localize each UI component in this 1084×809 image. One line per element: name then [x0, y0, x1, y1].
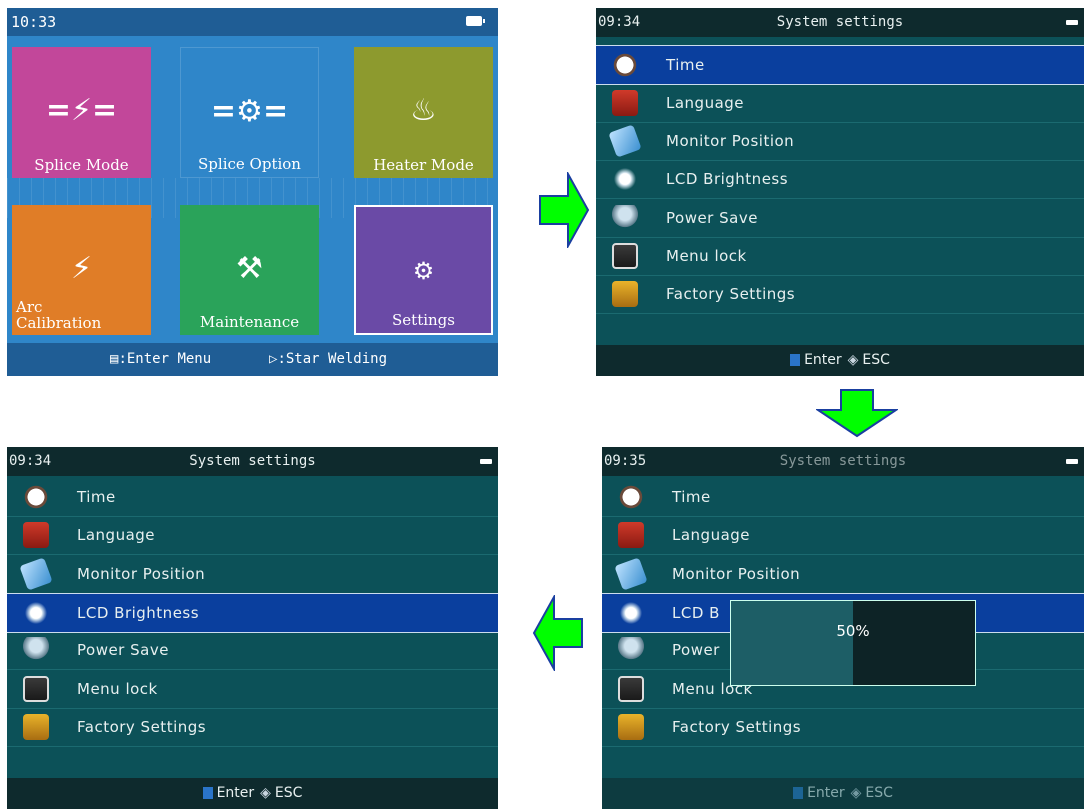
- screen-title: System settings: [779, 453, 907, 469]
- menu-item-menu-lock[interactable]: Menu lock: [7, 670, 498, 709]
- tile-label: Splice Mode: [34, 156, 129, 174]
- tile-label: Heater Mode: [373, 156, 474, 174]
- arrow-left-icon: [532, 595, 583, 671]
- menu-item-factory-settings[interactable]: Factory Settings: [7, 708, 498, 747]
- menu-item-monitor-position[interactable]: Monitor Position: [7, 555, 498, 594]
- enter-key-icon: [793, 787, 804, 799]
- footer-hints: Enter ◈ ESC: [7, 778, 498, 809]
- brightness-icon: [618, 600, 644, 626]
- toolbox-icon: [612, 281, 638, 307]
- tile-label: Maintenance: [199, 313, 300, 331]
- brightness-icon: [612, 166, 638, 192]
- menu-item-monitor-position[interactable]: Monitor Position: [596, 122, 1084, 161]
- menu-item-time[interactable]: Time: [602, 478, 1084, 517]
- enter-key-icon: [202, 787, 213, 799]
- monitor-icon: [19, 557, 53, 591]
- monitor-icon: [608, 124, 642, 158]
- screen-title: System settings: [189, 453, 316, 469]
- bulb-icon: [618, 637, 644, 663]
- splice-option-icon: =⚙=: [210, 94, 289, 129]
- tile-heater-mode[interactable]: ♨ Heater Mode: [354, 47, 493, 178]
- arrow-right-icon: [539, 172, 590, 248]
- menu-item-factory-settings[interactable]: Factory Settings: [596, 275, 1084, 314]
- power-plug-icon: [480, 459, 492, 464]
- toolbox-icon: [618, 714, 644, 740]
- brightness-icon: [23, 600, 49, 626]
- arrow-down-icon: [816, 389, 898, 438]
- bulb-icon: [23, 637, 49, 663]
- menu-item-language[interactable]: Language: [7, 516, 498, 555]
- start-welding-hint: ▷:Star Welding: [269, 351, 388, 367]
- menu-item-lcd-brightness[interactable]: LCD Brightness: [596, 160, 1084, 199]
- dpad-icon: ◈: [850, 785, 862, 801]
- splice-icon: =⚡=: [45, 93, 118, 128]
- status-bar: 09:35 System settings: [602, 447, 1084, 476]
- tile-splice-mode[interactable]: =⚡= Splice Mode: [12, 47, 151, 178]
- clock-icon: [618, 484, 644, 510]
- menu-item-language[interactable]: Language: [596, 84, 1084, 123]
- screen-title: System settings: [776, 14, 904, 30]
- power-plug-icon: [1066, 20, 1078, 25]
- enter-menu-hint: ▤:Enter Menu: [110, 351, 212, 367]
- tile-settings[interactable]: ⚙ Settings: [354, 205, 493, 335]
- tile-label: Settings: [392, 311, 455, 329]
- lock-icon: [23, 676, 49, 702]
- language-book-icon: [618, 522, 644, 548]
- dpad-icon: ◈: [260, 785, 271, 801]
- main-menu-screen: 10:33 =⚡= Splice Mode =⚙= Splice Option …: [7, 8, 498, 376]
- system-settings-screen-brightness-popup: 09:35 System settings Time Language Moni…: [602, 447, 1084, 809]
- menu-item-lcd-brightness[interactable]: LCD Brightness: [7, 593, 498, 633]
- menu-item-monitor-position[interactable]: Monitor Position: [602, 555, 1084, 594]
- language-book-icon: [23, 522, 49, 548]
- bulb-icon: [612, 205, 638, 231]
- menu-item-time[interactable]: Time: [7, 478, 498, 517]
- status-bar: 09:34 System settings: [7, 447, 498, 476]
- clock-icon: [612, 52, 638, 78]
- tile-label: Splice Option: [198, 155, 301, 173]
- tile-arc-calibration[interactable]: ⚡ Arc Calibration: [12, 205, 151, 335]
- tools-icon: ⚒: [236, 251, 263, 286]
- status-bar: 09:34 System settings: [596, 8, 1084, 37]
- arc-calibration-icon: ⚡: [70, 251, 93, 286]
- tile-splice-option[interactable]: =⚙= Splice Option: [180, 47, 319, 178]
- footer-hints: Enter ◈ ESC: [602, 778, 1084, 809]
- brightness-popup[interactable]: 50%: [730, 600, 976, 686]
- menu-item-power-save[interactable]: Power Save: [596, 199, 1084, 238]
- dpad-icon: ◈: [847, 352, 859, 368]
- lock-icon: [612, 243, 638, 269]
- tile-label: Arc Calibration: [16, 298, 102, 332]
- system-settings-screen-lcd: 09:34 System settings Time Language Moni…: [7, 447, 498, 809]
- lock-icon: [618, 676, 644, 702]
- menu-item-menu-lock[interactable]: Menu lock: [596, 237, 1084, 276]
- enter-key-icon: [790, 354, 801, 366]
- toolbox-icon: [23, 714, 49, 740]
- gear-icon: ⚙: [412, 257, 435, 285]
- menu-item-language[interactable]: Language: [602, 516, 1084, 555]
- brightness-value: 50%: [836, 622, 870, 640]
- clock-icon: [23, 484, 49, 510]
- footer-hints: Enter ◈ ESC: [596, 345, 1084, 376]
- footer-hints: ▤:Enter Menu ▷:Star Welding: [7, 343, 498, 376]
- heater-icon: ♨: [410, 93, 437, 128]
- system-settings-screen-time: 09:34 System settings Time Language Moni…: [596, 8, 1084, 376]
- menu-item-factory-settings[interactable]: Factory Settings: [602, 708, 1084, 747]
- tile-maintenance[interactable]: ⚒ Maintenance: [180, 205, 319, 335]
- status-bar: 10:33: [7, 8, 498, 36]
- menu-item-power-save[interactable]: Power Save: [7, 631, 498, 670]
- power-plug-icon: [1066, 459, 1078, 464]
- clock: 10:33: [11, 13, 57, 31]
- battery-icon: [466, 16, 485, 26]
- menu-item-time[interactable]: Time: [596, 45, 1084, 85]
- language-book-icon: [612, 90, 638, 116]
- monitor-icon: [614, 557, 648, 591]
